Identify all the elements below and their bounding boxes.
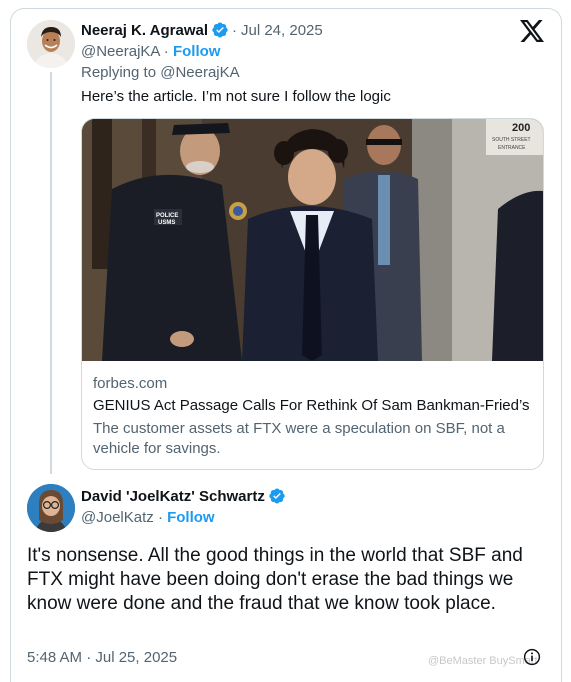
sign-number: 200 [512,122,530,134]
link-description: The customer assets at FTX were a specul… [93,420,505,457]
tweet2-text: It's nonsense. All the good things in th… [27,545,523,614]
link-preview-card[interactable]: 200 SOUTH STREET ENTRANCE POLICE USMS fo… [81,118,544,470]
tweet2-handle-row: @JoelKatz · Follow [81,509,215,526]
tweet1-handle[interactable]: @NeerajKA [81,43,160,60]
verified-badge-icon [269,488,285,504]
tweet1-handle-row: @NeerajKA · Follow [81,43,220,60]
avatar-joelkatz[interactable] [27,484,75,532]
link-title[interactable]: GENIUS Act Passage Calls For Rethink Of … [93,397,533,414]
police-badge-line-1: POLICE [156,213,178,219]
tweet2-header: David 'JoelKatz' Schwartz [81,487,286,505]
follow-button-2[interactable]: Follow [167,509,215,526]
header-separator: · [232,21,237,39]
handle-separator: · [163,43,169,60]
watermark: @BeMaster BuySmart [428,655,538,667]
tweet2-timestamp[interactable]: 5:48 AM · Jul 25, 2025 [27,649,177,666]
x-logo-icon[interactable] [520,20,544,42]
tweet2-handle[interactable]: @JoelKatz [81,509,154,526]
replying-handle[interactable]: @NeerajKA [160,64,239,81]
tweet1-date[interactable]: Jul 24, 2025 [241,22,323,39]
police-badge-line-2: USMS [158,220,175,226]
tweet1-text: Here’s the article. I’m not sure I follo… [81,88,391,105]
replying-to: Replying to @NeerajKA [81,64,240,81]
link-meta: forbes.com GENIUS Act Passage Calls For … [93,375,533,459]
tweet1-author-name[interactable]: Neeraj K. Agrawal [81,22,208,39]
info-icon[interactable] [523,648,541,666]
follow-button-1[interactable]: Follow [173,43,221,60]
verified-badge-icon [212,22,228,38]
sign-line-1: SOUTH STREET [492,137,531,143]
handle-separator: · [157,509,163,526]
tweet2-author-name[interactable]: David 'JoelKatz' Schwartz [81,488,265,505]
avatar-neeraj[interactable] [27,20,75,68]
thread-line [50,72,52,474]
article-image: 200 SOUTH STREET ENTRANCE POLICE USMS [82,119,543,361]
link-domain: forbes.com [93,375,168,392]
sign-line-2: ENTRANCE [498,145,526,151]
tweet1-header: Neeraj K. Agrawal · Jul 24, 2025 [81,21,323,39]
replying-prefix: Replying to [81,64,161,81]
